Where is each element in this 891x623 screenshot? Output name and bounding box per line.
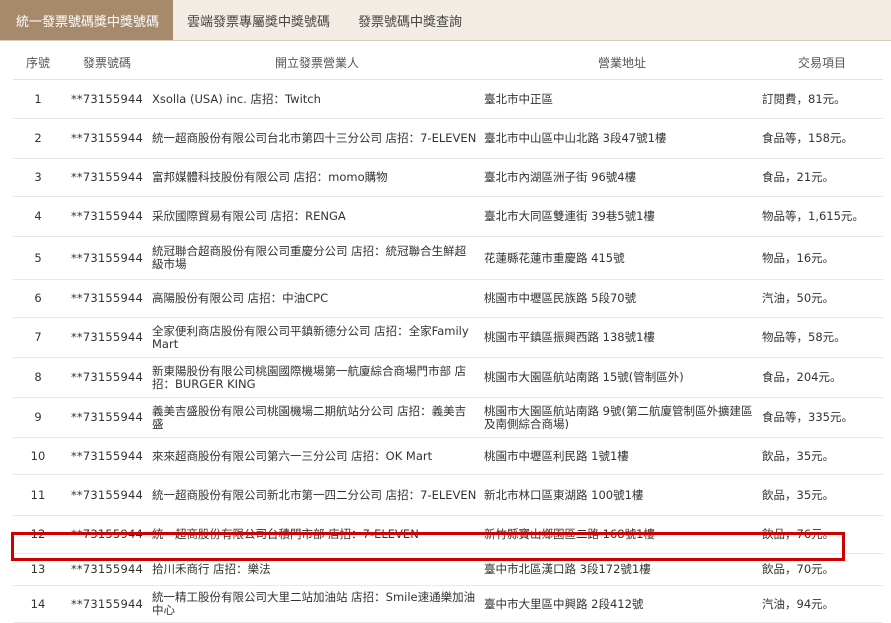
tab-invoice-lookup[interactable]: 發票號碼中獎查詢 (344, 0, 476, 40)
cell-address: 新竹縣寶山鄉園區二路 168號1樓 (483, 515, 761, 554)
cell-transaction-item: 飲品，35元。 (761, 474, 883, 516)
header-serial: 序號 (13, 45, 63, 80)
cell-business: 義美吉盛股份有限公司桃園機場二期航站分公司 店招：義美吉盛 (151, 397, 483, 438)
cell-transaction-item: 汽油，50元。 (761, 279, 883, 318)
cell-serial: 11 (13, 474, 63, 516)
cell-serial: 2 (13, 118, 63, 159)
cell-invoice-number: **73155944 (63, 317, 151, 358)
cell-address: 桃園市中壢區民族路 5段70號 (483, 279, 761, 318)
header-address: 營業地址 (483, 45, 761, 80)
cell-invoice-number: **73155944 (63, 79, 151, 119)
table-row: 1 **73155944 Xsolla (USA) inc. 店招：Twitch 臺北… (13, 79, 883, 119)
cell-invoice-number: **73155944 (63, 553, 151, 586)
cell-business: Xsolla (USA) inc. 店招：Twitch (151, 79, 483, 119)
cell-serial: 12 (13, 515, 63, 554)
table-row: 6 **73155944 高陽股份有限公司 店招：中油CPC 桃園市中壢區民族路 5段… (13, 279, 883, 318)
table-body: 1 **73155944 Xsolla (USA) inc. 店招：Twitch 臺北… (13, 79, 883, 623)
cell-business: 統一超商股份有限公司台北市第四十三分公司 店招：7-ELEVEN (151, 118, 483, 159)
cell-address: 臺北市大同區雙連街 39巷5號1樓 (483, 196, 761, 237)
table-row: 3 **73155944 富邦媒體科技股份有限公司 店招：momo購物 臺北市內湖區洲… (13, 158, 883, 197)
cell-serial: 10 (13, 437, 63, 475)
cell-transaction-item: 食品，21元。 (761, 158, 883, 197)
cell-address: 臺北市內湖區洲子街 96號4樓 (483, 158, 761, 197)
cell-invoice-number: **73155944 (63, 397, 151, 438)
cell-transaction-item: 飲品，70元。 (761, 553, 883, 586)
cell-transaction-item: 汽油，94元。 (761, 585, 883, 623)
cell-business: 拾川禾商行 店招：樂法 (151, 553, 483, 586)
cell-address: 花蓮縣花蓮市重慶路 415號 (483, 236, 761, 280)
cell-address: 桃園市平鎮區振興西路 138號1樓 (483, 317, 761, 358)
cell-address: 臺中市北區漢口路 3段172號1樓 (483, 553, 761, 586)
cell-serial: 1 (13, 79, 63, 119)
table-row: 13 **73155944 拾川禾商行 店招：樂法 臺中市北區漢口路 3段172號1樓… (13, 553, 883, 586)
cell-transaction-item: 食品等，158元。 (761, 118, 883, 159)
header-business: 開立發票營業人 (151, 45, 483, 80)
cell-transaction-item: 食品等，335元。 (761, 397, 883, 438)
cell-business: 統一超商股份有限公司台積門市部 店招：7-ELEVEN (151, 515, 483, 554)
table-row: 14 **73155944 統一精工股份有限公司大里二站加油站 店招：Smile速通… (13, 585, 883, 623)
cell-invoice-number: **73155944 (63, 585, 151, 623)
cell-transaction-item: 物品等，58元。 (761, 317, 883, 358)
cell-address: 臺中市大里區中興路 2段412號 (483, 585, 761, 623)
cell-business: 新東陽股份有限公司桃園國際機場第一航廈綜合商場門市部 店招：BURGER KIN… (151, 357, 483, 398)
cell-serial: 13 (13, 553, 63, 586)
cell-transaction-item: 食品，204元。 (761, 357, 883, 398)
cell-business: 高陽股份有限公司 店招：中油CPC (151, 279, 483, 318)
table-row: 7 **73155944 全家便利商店股份有限公司平鎮新德分公司 店招：全家Fami… (13, 317, 883, 358)
tab-bar: 統一發票號碼獎中獎號碼 雲端發票專屬獎中獎號碼 發票號碼中獎查詢 (0, 0, 891, 41)
table-row: 5 **73155944 統冠聯合超商股份有限公司重慶分公司 店招：統冠聯合生鮮超級… (13, 236, 883, 280)
cell-invoice-number: **73155944 (63, 118, 151, 159)
cell-invoice-number: **73155944 (63, 357, 151, 398)
cell-business: 統一超商股份有限公司新北市第一四二分公司 店招：7-ELEVEN (151, 474, 483, 516)
cell-transaction-item: 物品等，1,615元。 (761, 196, 883, 237)
cell-business: 富邦媒體科技股份有限公司 店招：momo購物 (151, 158, 483, 197)
cell-transaction-item: 飲品，76元。 (761, 515, 883, 554)
cell-serial: 4 (13, 196, 63, 237)
cell-transaction-item: 訂閱費，81元。 (761, 79, 883, 119)
cell-business: 全家便利商店股份有限公司平鎮新德分公司 店招：全家Family Mart (151, 317, 483, 358)
cell-business: 統冠聯合超商股份有限公司重慶分公司 店招：統冠聯合生鮮超級市場 (151, 236, 483, 280)
cell-serial: 8 (13, 357, 63, 398)
cell-address: 新北市林口區東湖路 100號1樓 (483, 474, 761, 516)
cell-address: 桃園市大園區航站南路 15號(管制區外) (483, 357, 761, 398)
tab-uniform-invoice-winning-numbers[interactable]: 統一發票號碼獎中獎號碼 (0, 0, 174, 40)
cell-business: 統一精工股份有限公司大里二站加油站 店招：Smile速通樂加油中心 (151, 585, 483, 623)
cell-serial: 3 (13, 158, 63, 197)
table-row: 12 **73155944 統一超商股份有限公司台積門市部 店招：7-ELEVEN 新… (13, 515, 883, 554)
cell-invoice-number: **73155944 (63, 474, 151, 516)
table-row: 9 **73155944 義美吉盛股份有限公司桃園機場二期航站分公司 店招：義美吉盛… (13, 397, 883, 438)
cell-invoice-number: **73155944 (63, 515, 151, 554)
cell-address: 桃園市中壢區利民路 1號1樓 (483, 437, 761, 475)
cell-business: 采欣國際貿易有限公司 店招：RENGA (151, 196, 483, 237)
cell-serial: 7 (13, 317, 63, 358)
cell-serial: 5 (13, 236, 63, 280)
cell-serial: 6 (13, 279, 63, 318)
table-row: 4 **73155944 采欣國際貿易有限公司 店招：RENGA 臺北市大同區雙連街 … (13, 196, 883, 237)
table-row: 10 **73155944 來來超商股份有限公司第六一三分公司 店招：OK Mart… (13, 437, 883, 475)
table-header-row: 序號 發票號碼 開立發票營業人 營業地址 交易項目 (13, 45, 883, 80)
cell-address: 臺北市中正區 (483, 79, 761, 119)
header-invoice-number: 發票號碼 (63, 45, 151, 80)
cell-invoice-number: **73155944 (63, 196, 151, 237)
tab-cloud-invoice-winning-numbers[interactable]: 雲端發票專屬獎中獎號碼 (173, 0, 344, 40)
table-row: 11 **73155944 統一超商股份有限公司新北市第一四二分公司 店招：7-EL… (13, 474, 883, 516)
cell-invoice-number: **73155944 (63, 279, 151, 318)
table-row: 8 **73155944 新東陽股份有限公司桃園國際機場第一航廈綜合商場門市部 店招… (13, 357, 883, 398)
cell-serial: 14 (13, 585, 63, 623)
cell-serial: 9 (13, 397, 63, 438)
header-transaction-item: 交易項目 (761, 45, 883, 80)
cell-invoice-number: **73155944 (63, 437, 151, 475)
cell-business: 來來超商股份有限公司第六一三分公司 店招：OK Mart (151, 437, 483, 475)
cell-invoice-number: **73155944 (63, 236, 151, 280)
cell-address: 臺北市中山區中山北路 3段47號1樓 (483, 118, 761, 159)
winning-invoice-table: 序號 發票號碼 開立發票營業人 營業地址 交易項目 1 **73155944 Xso… (13, 45, 883, 623)
cell-transaction-item: 物品，16元。 (761, 236, 883, 280)
cell-invoice-number: **73155944 (63, 158, 151, 197)
cell-address: 桃園市大園區航站南路 9號(第二航廈管制區外擴建區及南側綜合商場) (483, 397, 761, 438)
cell-transaction-item: 飲品，35元。 (761, 437, 883, 475)
table-row: 2 **73155944 統一超商股份有限公司台北市第四十三分公司 店招：7-ELE… (13, 118, 883, 159)
